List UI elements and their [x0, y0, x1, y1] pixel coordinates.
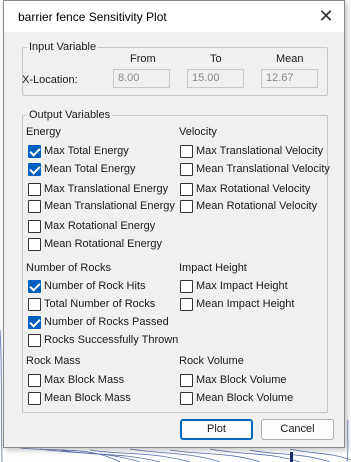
close-icon[interactable]: ✕ [311, 2, 341, 30]
rock-volume-group-title: Rock Volume [179, 355, 244, 367]
mean-field: 12.67 [261, 69, 318, 88]
input-variable-legend: Input Variable [29, 41, 97, 53]
checkbox-label: Mean Total Energy [44, 163, 136, 175]
checkbox-label: Number of Rocks Passed [44, 316, 169, 328]
checkbox-label: Mean Translational Energy [44, 200, 175, 212]
checkbox-box[interactable] [28, 334, 41, 347]
sensitivity-plot-dialog: barrier fence Sensitivity Plot ✕ Input V… [3, 0, 345, 448]
velocity-group-title: Velocity [179, 126, 217, 138]
checkbox-box[interactable] [180, 374, 193, 387]
number-of-rocks-group-title: Number of Rocks [26, 262, 111, 274]
checkbox-box[interactable] [28, 298, 41, 311]
checkbox-box[interactable] [28, 280, 41, 293]
checkbox-label: Mean Rotational Energy [44, 238, 163, 250]
checkbox-label: Max Block Mass [44, 374, 125, 386]
checkbox-box[interactable] [28, 238, 41, 251]
checkbox-label: Max Rotational Energy [44, 220, 156, 232]
rock-mass-group-title: Rock Mass [26, 355, 81, 367]
checkbox-box[interactable] [28, 163, 41, 176]
dialog-title: barrier fence Sensitivity Plot [18, 10, 167, 24]
energy-group-title: Energy [26, 126, 61, 138]
impact-height-group-title: Impact Height [179, 262, 247, 274]
checkbox-box[interactable] [180, 145, 193, 158]
checkbox-label: Max Impact Height [196, 280, 288, 292]
to-field: 15.00 [187, 69, 244, 88]
checkbox-label: Mean Impact Height [196, 298, 295, 310]
checkbox-box[interactable] [180, 392, 193, 405]
checkbox-box[interactable] [28, 316, 41, 329]
checkbox-box[interactable] [28, 200, 41, 213]
from-header: From [130, 53, 156, 65]
checkbox-box[interactable] [180, 183, 193, 196]
checkbox-label: Mean Translational Velocity [196, 163, 330, 175]
from-field: 8.00 [113, 69, 170, 88]
title-bar: barrier fence Sensitivity Plot ✕ [4, 1, 344, 32]
mean-header: Mean [276, 53, 304, 65]
to-header: To [210, 53, 222, 65]
checkbox-label: Mean Rotational Velocity [196, 200, 318, 212]
output-variables-legend: Output Variables [29, 109, 111, 121]
checkbox-box[interactable] [28, 145, 41, 158]
checkbox-box[interactable] [28, 183, 41, 196]
checkbox-label: Rocks Successfully Thrown [44, 334, 179, 346]
checkbox-label: Max Block Volume [196, 374, 287, 386]
cancel-button[interactable]: Cancel [261, 419, 334, 440]
checkbox-label: Max Translational Energy [44, 183, 169, 195]
checkbox-box[interactable] [28, 392, 41, 405]
checkbox-box[interactable] [180, 200, 193, 213]
checkbox-label: Max Total Energy [44, 145, 129, 157]
checkbox-label: Max Rotational Velocity [196, 183, 311, 195]
checkbox-box[interactable] [180, 163, 193, 176]
plot-button[interactable]: Plot [180, 419, 253, 440]
checkbox-label: Mean Block Volume [196, 392, 294, 404]
x-location-label: X-Location: [22, 74, 78, 86]
checkbox-box[interactable] [28, 220, 41, 233]
checkbox-box[interactable] [28, 374, 41, 387]
checkbox-box[interactable] [180, 298, 193, 311]
checkbox-label: Mean Block Mass [44, 392, 131, 404]
checkbox-box[interactable] [180, 280, 193, 293]
checkbox-label: Max Translational Velocity [196, 145, 324, 157]
checkbox-label: Number of Rock Hits [44, 280, 146, 292]
checkbox-label: Total Number of Rocks [44, 298, 156, 310]
